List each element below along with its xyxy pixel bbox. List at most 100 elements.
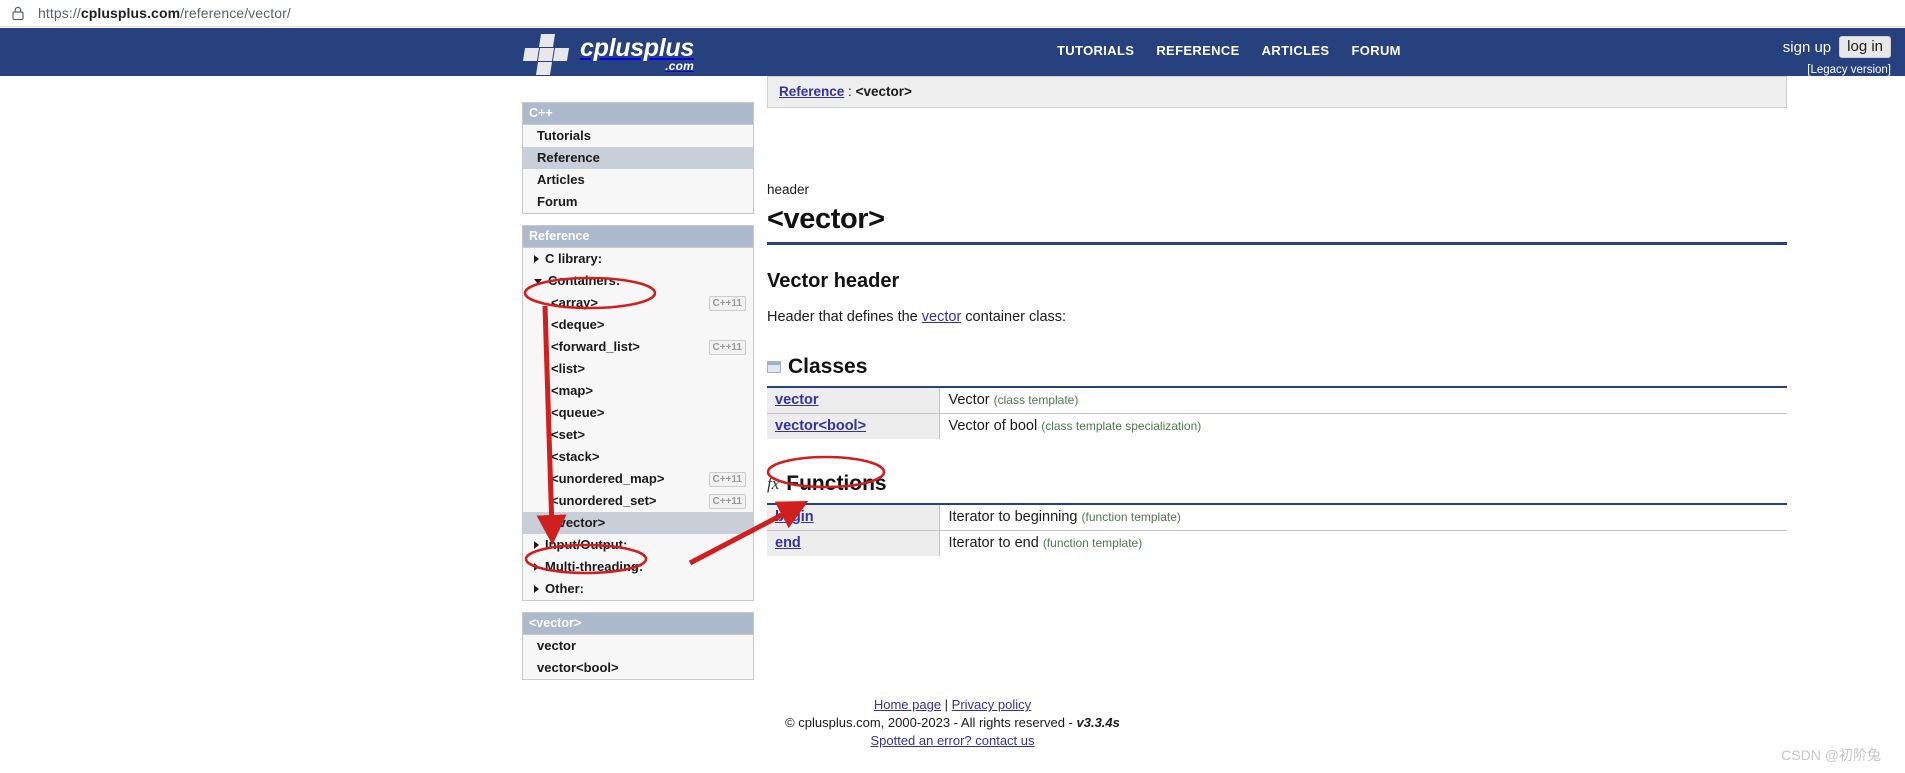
footer-error-row: Spotted an error? contact us: [0, 732, 1905, 750]
sidebar-item-unordered-map[interactable]: <unordered_map> C++11: [523, 468, 753, 490]
url-prefix: https://: [38, 5, 81, 21]
table-row[interactable]: vector Vector (class template): [767, 387, 1787, 414]
sidebar-item-label: <queue>: [551, 405, 605, 420]
sidebar-group-containers[interactable]: Containers:: [523, 270, 753, 292]
sidebar-item-list[interactable]: <list>: [523, 358, 753, 380]
nav-forum[interactable]: FORUM: [1351, 43, 1400, 58]
sidebar-item-vector-class[interactable]: vector: [523, 635, 753, 657]
function-desc: Iterator to end: [948, 535, 1039, 551]
url-text: https://cplusplus.com/reference/vector/: [38, 5, 291, 21]
function-note: (function template): [1042, 536, 1143, 550]
sidebar-item-label: <deque>: [551, 317, 605, 332]
sidebar-item-reference[interactable]: Reference: [523, 147, 753, 169]
table-cell-name: vector<bool>: [767, 413, 940, 439]
table-cell-name: vector: [767, 387, 940, 414]
chevron-right-icon: [534, 562, 539, 571]
lock-icon: [10, 5, 26, 21]
sidebar-group-multi-threading[interactable]: Multi-threading:: [523, 556, 753, 578]
sidebar-item-label: Articles: [537, 172, 585, 187]
home-page-link[interactable]: Home page: [874, 697, 941, 712]
table-row[interactable]: begin Iterator to beginning (function te…: [767, 504, 1787, 531]
site-footer: Home page | Privacy policy © cplusplus.c…: [0, 696, 1905, 750]
table-cell-desc: Iterator to beginning (function template…: [939, 504, 1787, 531]
sidebar-group-label: Other:: [545, 581, 584, 596]
sidebar-item-vector-bool[interactable]: vector<bool>: [523, 657, 753, 679]
title-rule: [767, 242, 1787, 245]
sign-up-link[interactable]: sign up: [1783, 39, 1831, 56]
site-header: cplusplus .com TUTORIALS REFERENCE ARTIC…: [0, 28, 1905, 76]
sidebar-item-articles[interactable]: Articles: [523, 169, 753, 191]
sidebar-group-input-output[interactable]: Input/Output:: [523, 534, 753, 556]
sidebar-item-label: <forward_list>: [551, 339, 640, 354]
sidebar-item-label: <list>: [551, 361, 585, 376]
sidebar-item-label: <unordered_set>: [551, 493, 657, 508]
cpp11-badge: C++11: [708, 494, 746, 509]
report-error-link[interactable]: Spotted an error? contact us: [870, 733, 1034, 748]
sidebar-item-array[interactable]: <array> C++11: [523, 292, 753, 314]
sidebar-item-label: Tutorials: [537, 128, 591, 143]
class-link-vector[interactable]: vector: [775, 392, 819, 408]
sidebar-group-label: Multi-threading:: [545, 559, 644, 574]
footer-links-row: Home page | Privacy policy: [0, 696, 1905, 714]
functions-block-title: fx Functions: [767, 472, 1787, 496]
page-kicker: header: [767, 182, 810, 197]
sidebar-panel-reference: Reference C library: Containers: <array>…: [522, 225, 754, 601]
sidebar-group-c-library[interactable]: C library:: [523, 248, 753, 270]
sidebar-item-label: <vector>: [551, 515, 606, 530]
sidebar-item-stack[interactable]: <stack>: [523, 446, 753, 468]
main-content: Reference : <vector> header <vector> Vec…: [767, 76, 1787, 589]
legacy-version-link[interactable]: [Legacy version]: [1783, 64, 1891, 76]
table-cell-name: begin: [767, 504, 940, 531]
breadcrumb-separator: :: [844, 84, 856, 99]
log-in-button[interactable]: log in: [1839, 36, 1891, 58]
breadcrumb-reference-link[interactable]: Reference: [779, 84, 844, 99]
table-cell-name: end: [767, 530, 940, 556]
sidebar-item-tutorials[interactable]: Tutorials: [523, 125, 753, 147]
sidebar-group-label: C library:: [545, 251, 603, 266]
sidebar-group-label: Input/Output:: [545, 537, 628, 552]
page-title: <vector>: [767, 203, 885, 235]
vector-inline-link[interactable]: vector: [922, 309, 962, 325]
table-row[interactable]: vector<bool> Vector of bool (class templ…: [767, 413, 1787, 439]
sidebar-item-queue[interactable]: <queue>: [523, 402, 753, 424]
watermark: CSDN @初阶兔: [1781, 747, 1881, 763]
function-link-begin[interactable]: begin: [775, 509, 814, 525]
table-row[interactable]: end Iterator to end (function template): [767, 530, 1787, 557]
account-row: sign up log in: [1783, 36, 1891, 58]
function-link-end[interactable]: end: [775, 535, 801, 551]
section-description: Header that defines the vector container…: [767, 309, 1787, 325]
url-path: /reference/vector/: [180, 5, 291, 21]
nav-articles[interactable]: ARTICLES: [1262, 43, 1330, 58]
sidebar-item-deque[interactable]: <deque>: [523, 314, 753, 336]
sidebar-item-label: vector<bool>: [537, 660, 619, 675]
nav-reference[interactable]: REFERENCE: [1156, 43, 1239, 58]
sidebar-item-forward-list[interactable]: <forward_list> C++11: [523, 336, 753, 358]
table-cell-desc: Iterator to end (function template): [939, 531, 1787, 557]
version-text: v3.3.4s: [1076, 715, 1120, 730]
section-heading: Vector header: [767, 270, 900, 292]
url-domain: cplusplus.com: [80, 5, 181, 21]
sidebar-item-label: vector: [537, 638, 577, 653]
sidebar-item-forum[interactable]: Forum: [523, 191, 753, 213]
functions-table: begin Iterator to beginning (function te…: [767, 503, 1787, 556]
sidebar-item-unordered-set[interactable]: <unordered_set> C++11: [523, 490, 753, 512]
nav-tutorials[interactable]: TUTORIALS: [1057, 43, 1134, 58]
table-cell-desc: Vector (class template): [939, 387, 1787, 414]
sidebar-group-other[interactable]: Other:: [523, 578, 753, 600]
sidebar-item-vector[interactable]: <vector>: [523, 512, 753, 534]
sidebar-item-label: <set>: [551, 427, 585, 442]
sidebar-item-label: <array>: [551, 295, 598, 310]
sidebar-item-set[interactable]: <set>: [523, 424, 753, 446]
chevron-right-icon: [534, 254, 539, 263]
page-body: C++ Tutorials Reference Articles Forum R…: [0, 76, 1905, 696]
chevron-right-icon: [534, 540, 539, 549]
class-desc: Vector: [948, 392, 990, 408]
site-logo[interactable]: cplusplus .com: [522, 33, 702, 75]
privacy-policy-link[interactable]: Privacy policy: [952, 697, 1031, 712]
classes-table: vector Vector (class template) vector<bo…: [767, 386, 1787, 439]
class-link-vector-bool[interactable]: vector<bool>: [775, 418, 866, 434]
cpp11-badge: C++11: [708, 472, 746, 487]
browser-url-bar[interactable]: https://cplusplus.com/reference/vector/: [0, 0, 1905, 27]
class-note: (class template): [993, 393, 1079, 407]
sidebar-item-map[interactable]: <map>: [523, 380, 753, 402]
